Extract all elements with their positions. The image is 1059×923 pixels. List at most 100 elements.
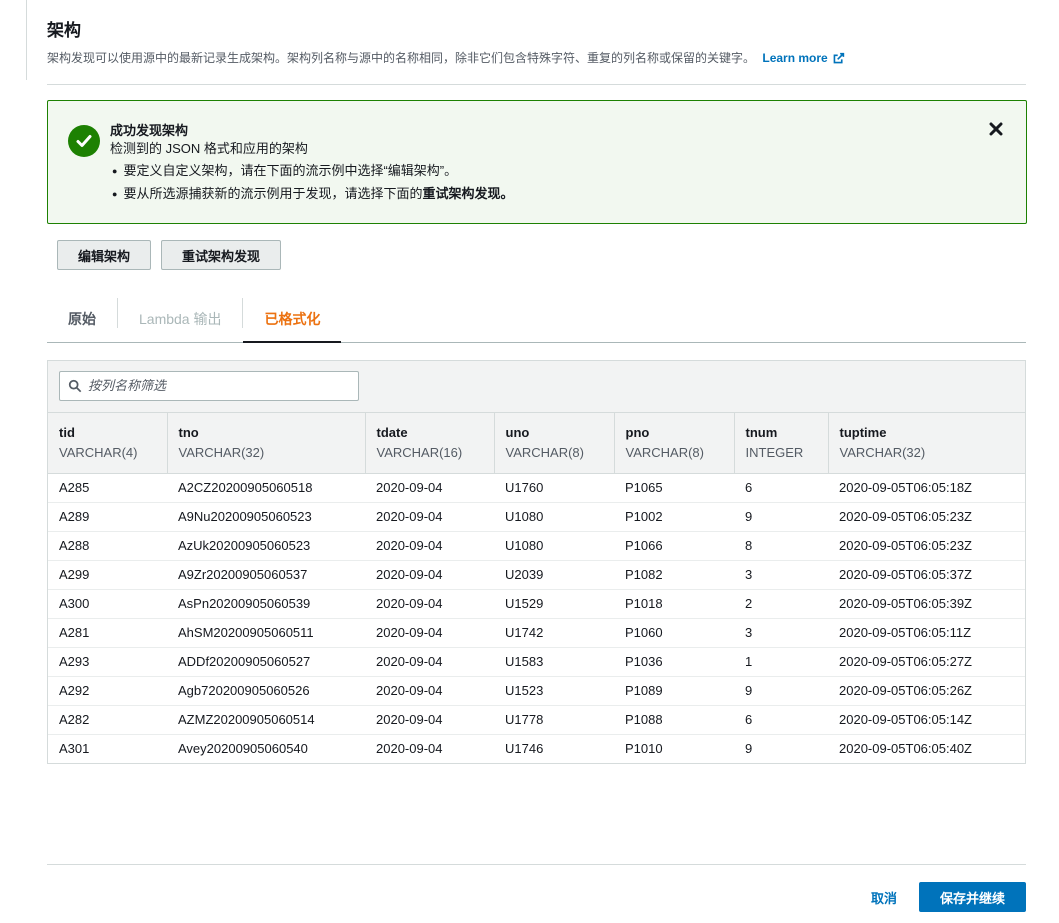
column-name: pno [625, 424, 650, 440]
table-cell-tuptime: 2020-09-05T06:05:27Z [828, 647, 1025, 677]
column-type: VARCHAR(16) [376, 444, 463, 460]
table-cell-pno: P1065 [614, 473, 734, 503]
footer-actions: 取消 保存并继续 [871, 882, 1026, 912]
column-name: tnum [745, 424, 778, 440]
table-cell-tid: A293 [48, 647, 167, 677]
table-cell-tuptime: 2020-09-05T06:05:18Z [828, 473, 1025, 503]
table-cell-uno: U1746 [505, 741, 544, 757]
table-cell-tno: AzUk20200905060523 [167, 531, 365, 561]
table-cell-tno: AsPn20200905060539 [167, 589, 365, 619]
table-cell-tid: A281 [48, 618, 167, 648]
table-cell-pno: P1018 [614, 589, 734, 619]
table-row: A285 A2CZ20200905060518 2020-09-04 U1760 P10… [48, 473, 1025, 503]
schema-header: 架构 架构发现可以使用源中的最新记录生成架构。架构列名称与源中的名称相同，除非它… [47, 18, 1037, 66]
table-row: A292 Agb720200905060526 2020-09-04 U1523 P10… [48, 676, 1025, 706]
footer-divider [47, 864, 1026, 865]
external-link-icon [833, 52, 844, 63]
filter-field[interactable] [59, 371, 359, 401]
column-header-tnum: tnum INTEGER [734, 413, 829, 474]
column-type: VARCHAR(32) [178, 444, 265, 460]
alert-bullet-edit: 要定义自定义架构，请在下面的流示例中选择“编辑架构”。 [110, 162, 513, 181]
column-name: tno [178, 424, 199, 440]
alert-bullet-retry-text: 要从所选源捕获新的流示例用于发现，请选择下面的 [123, 186, 423, 201]
table-cell-tuptime: 2020-09-05T06:05:11Z [828, 618, 1025, 648]
column-header-tuptime: tuptime VARCHAR(32) [828, 413, 1025, 474]
table-cell-tnum: 6 [734, 473, 828, 503]
schema-table-container: tid VARCHAR(4) tno VARCHAR(32) tdate VARCHAR(… [47, 360, 1026, 764]
page-description: 架构发现可以使用源中的最新记录生成架构。架构列名称与源中的名称相同，除非它们包含… [47, 50, 1037, 66]
schema-actions: 编辑架构 重试架构发现 [57, 240, 282, 270]
learn-more-label: Learn more [762, 51, 828, 65]
table-body: A285 A2CZ20200905060518 2020-09-04 U1760 P10… [48, 473, 1025, 763]
table-cell-tno: A9Nu20200905060523 [167, 502, 365, 532]
table-row: A288 AzUk20200905060523 2020-09-04 U1080 P10… [48, 531, 1025, 561]
table-cell-pno: P1010 [625, 741, 663, 757]
table-cell-tid: A301 [59, 741, 90, 757]
table-cell-pno: P1002 [614, 502, 734, 532]
table-cell-uno: U2039 [494, 560, 614, 590]
column-name: tdate [376, 424, 408, 440]
column-name: tuptime [839, 424, 887, 440]
table-cell-tdate: 2020-09-04 [365, 589, 494, 619]
table-cell-tdate: 2020-09-04 [365, 560, 494, 590]
table-row: A300 AsPn20200905060539 2020-09-04 U1529 P10… [48, 589, 1025, 619]
column-header-uno: uno VARCHAR(8) [494, 413, 615, 474]
table-cell-tnum: 8 [734, 531, 828, 561]
table-cell-tnum: 2 [734, 589, 828, 619]
table-cell-tid: A292 [48, 676, 167, 706]
alert-title: 成功发现架构 [110, 123, 189, 138]
table-cell-tnum: 3 [734, 560, 828, 590]
table-row: A289 A9Nu20200905060523 2020-09-04 U1080 P10… [48, 502, 1025, 532]
table-cell-tuptime: 2020-09-05T06:05:40Z [839, 741, 972, 757]
table-cell-tuptime: 2020-09-05T06:05:14Z [828, 705, 1025, 735]
table-cell-uno: U1778 [494, 705, 614, 735]
table-row: A282 AZMZ20200905060514 2020-09-04 U1778 P10… [48, 705, 1025, 735]
column-name: uno [505, 424, 530, 440]
table-row: A293 ADDf20200905060527 2020-09-04 U1583 P10… [48, 647, 1025, 677]
tab-raw[interactable]: 原始 [47, 296, 117, 342]
filter-input[interactable] [88, 378, 348, 394]
table-cell-uno: U1529 [494, 589, 614, 619]
table-cell-pno: P1082 [614, 560, 734, 590]
search-icon [68, 379, 82, 393]
table-cell-uno: U1523 [494, 676, 614, 706]
table-cell-tuptime: 2020-09-05T06:05:23Z [828, 531, 1025, 561]
table-cell-tdate: 2020-09-04 [365, 647, 494, 677]
tab-lambda-output[interactable]: Lambda 输出 [118, 296, 242, 342]
table-cell-uno: U1742 [494, 618, 614, 648]
cancel-button[interactable]: 取消 [871, 888, 897, 907]
retry-discovery-button[interactable]: 重试架构发现 [161, 240, 282, 270]
success-alert: 成功发现架构 检测到的 JSON 格式和应用的架构 要定义自定义架构，请在下面的… [47, 100, 1027, 224]
table-cell-tnum: 9 [734, 502, 828, 532]
close-icon[interactable] [988, 121, 1004, 137]
table-cell-tuptime: 2020-09-05T06:05:23Z [828, 502, 1025, 532]
tab-formatted[interactable]: 已格式化 [243, 296, 342, 343]
column-type: INTEGER [745, 444, 804, 460]
save-and-continue-button[interactable]: 保存并继续 [918, 882, 1026, 912]
table-cell-tid: A299 [48, 560, 167, 590]
table-cell-uno: U1080 [494, 531, 614, 561]
alert-message: 检测到的 JSON 格式和应用的架构 [110, 141, 308, 156]
column-type: VARCHAR(8) [505, 444, 585, 460]
table-cell-uno: U1583 [494, 647, 614, 677]
table-cell-tnum: 1 [734, 647, 828, 677]
table-cell-tdate: 2020-09-04 [365, 676, 494, 706]
column-header-tid: tid VARCHAR(4) [48, 413, 168, 474]
schema-table: tid VARCHAR(4) tno VARCHAR(32) tdate VARCHAR(… [48, 413, 1025, 763]
table-cell-pno: P1036 [614, 647, 734, 677]
table-cell-pno: P1060 [614, 618, 734, 648]
table-cell-pno: P1089 [614, 676, 734, 706]
learn-more-link[interactable]: Learn more [762, 50, 844, 66]
table-cell-tdate: 2020-09-04 [365, 618, 494, 648]
table-cell-tno: Avey20200905060540 [178, 741, 308, 757]
table-row: A301 Avey20200905060540 2020-09-04 U1746 P10… [48, 734, 1025, 763]
table-cell-tnum: 3 [734, 618, 828, 648]
table-cell-tnum: 9 [734, 676, 828, 706]
table-row: A281 AhSM20200905060511 2020-09-04 U1742 P10… [48, 618, 1025, 648]
table-cell-tdate: 2020-09-04 [365, 473, 494, 503]
table-cell-tuptime: 2020-09-05T06:05:26Z [828, 676, 1025, 706]
edit-schema-button[interactable]: 编辑架构 [57, 240, 152, 270]
column-type: VARCHAR(4) [59, 444, 138, 460]
table-cell-pno: P1066 [614, 531, 734, 561]
table-cell-tuptime: 2020-09-05T06:05:39Z [828, 589, 1025, 619]
